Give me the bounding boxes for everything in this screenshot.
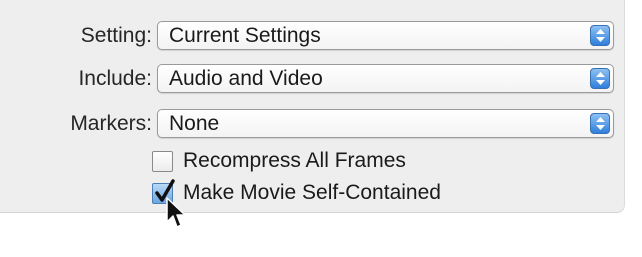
self-contained-option[interactable]: Make Movie Self-Contained (152, 179, 512, 210)
markers-popup[interactable]: None (157, 109, 614, 138)
setting-popup[interactable]: Current Settings (157, 21, 614, 50)
include-value: Audio and Video (169, 67, 323, 90)
include-label-wrap: Include: (0, 61, 152, 97)
markers-label: Markers: (70, 112, 152, 135)
include-row: Include: Audio and Video (0, 61, 624, 97)
recompress-option[interactable]: Recompress All Frames (152, 148, 492, 178)
mouse-pointer-icon (166, 197, 186, 228)
markers-label-wrap: Markers: (0, 106, 152, 142)
up-down-arrows-icon[interactable] (590, 68, 610, 89)
include-popup[interactable]: Audio and Video (157, 64, 614, 93)
self-contained-label: Make Movie Self-Contained (183, 181, 441, 204)
recompress-label: Recompress All Frames (183, 149, 406, 172)
recompress-checkbox[interactable] (152, 151, 173, 172)
setting-row: Setting: Current Settings (0, 18, 624, 54)
markers-value: None (169, 112, 220, 135)
up-down-arrows-icon[interactable] (590, 113, 610, 134)
setting-label-wrap: Setting: (0, 18, 152, 54)
export-settings-panel: Setting: Current Settings Include: Audio… (0, 0, 625, 213)
setting-label: Setting: (80, 24, 152, 47)
markers-row: Markers: None (0, 106, 624, 142)
setting-value: Current Settings (169, 24, 321, 47)
up-down-arrows-icon[interactable] (590, 25, 610, 46)
include-label: Include: (78, 67, 152, 90)
